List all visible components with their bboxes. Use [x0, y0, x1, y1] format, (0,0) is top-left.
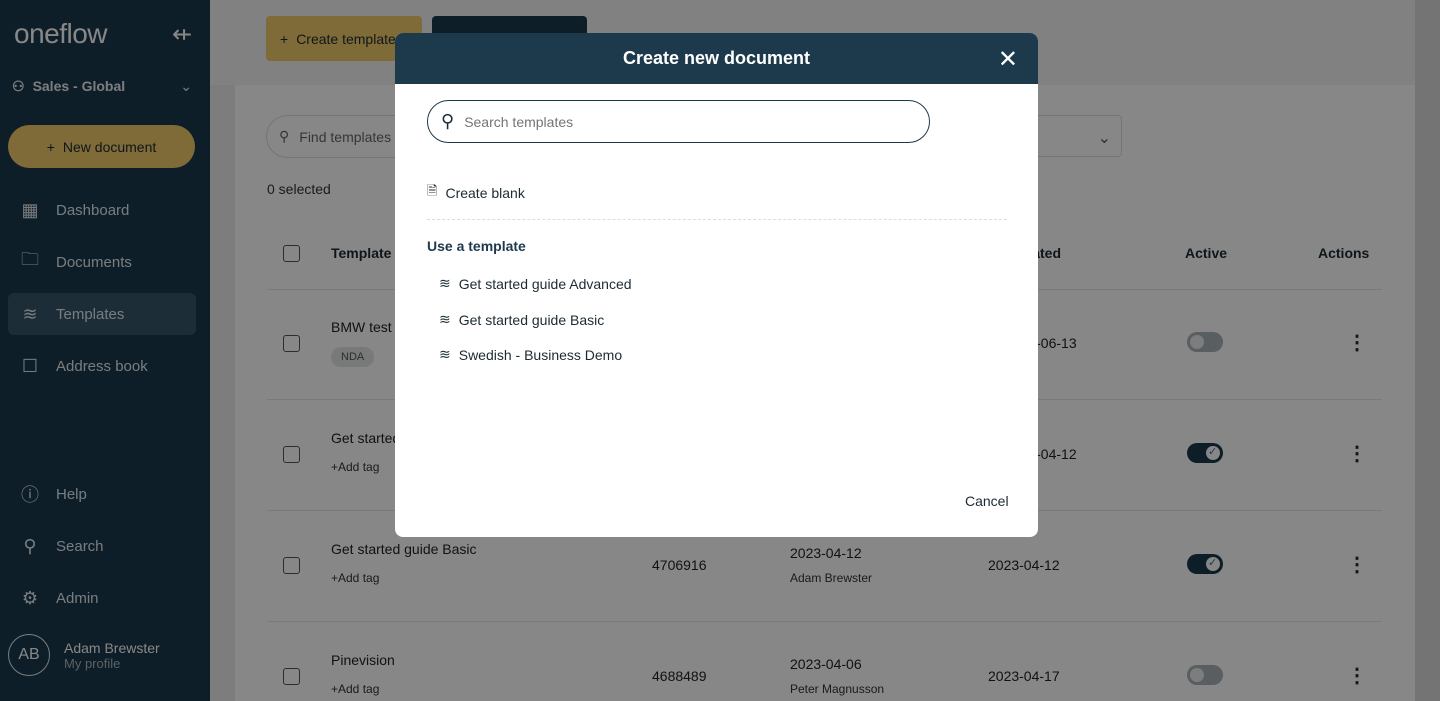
layers-icon: ≋	[439, 311, 451, 327]
layers-icon: ≋	[439, 275, 451, 291]
blank-document-icon: 🗎	[427, 183, 438, 198]
template-option[interactable]: ≋ Get started guide Basic	[439, 311, 604, 328]
divider	[427, 219, 1007, 220]
template-option[interactable]: ≋ Get started guide Advanced	[439, 275, 632, 292]
check-icon: ✓	[1208, 446, 1218, 458]
template-option-label: Get started guide Basic	[458, 311, 605, 328]
template-option-label: Get started guide Advanced	[458, 275, 632, 292]
use-template-heading: Use a template	[427, 238, 526, 254]
check-icon: ✓	[1208, 557, 1218, 569]
template-option-label: Swedish - Business Demo	[458, 346, 623, 363]
search-templates-field[interactable]: ⚲	[427, 100, 930, 143]
create-blank-label: Create blank	[445, 185, 525, 201]
create-document-modal: Create new document ✕ ⚲ 🗎 Create blank U…	[395, 33, 1038, 537]
search-templates-input[interactable]	[464, 113, 885, 130]
modal-title: Create new document	[622, 48, 811, 68]
modal-header: Create new document ✕	[395, 33, 1038, 84]
search-icon: ⚲	[441, 111, 455, 131]
cancel-button[interactable]: Cancel	[965, 493, 1009, 509]
layers-icon: ≋	[439, 346, 451, 362]
template-option[interactable]: ≋ Swedish - Business Demo	[439, 346, 622, 363]
create-blank-button[interactable]: 🗎 Create blank	[427, 182, 525, 204]
close-icon[interactable]: ✕	[998, 45, 1018, 74]
